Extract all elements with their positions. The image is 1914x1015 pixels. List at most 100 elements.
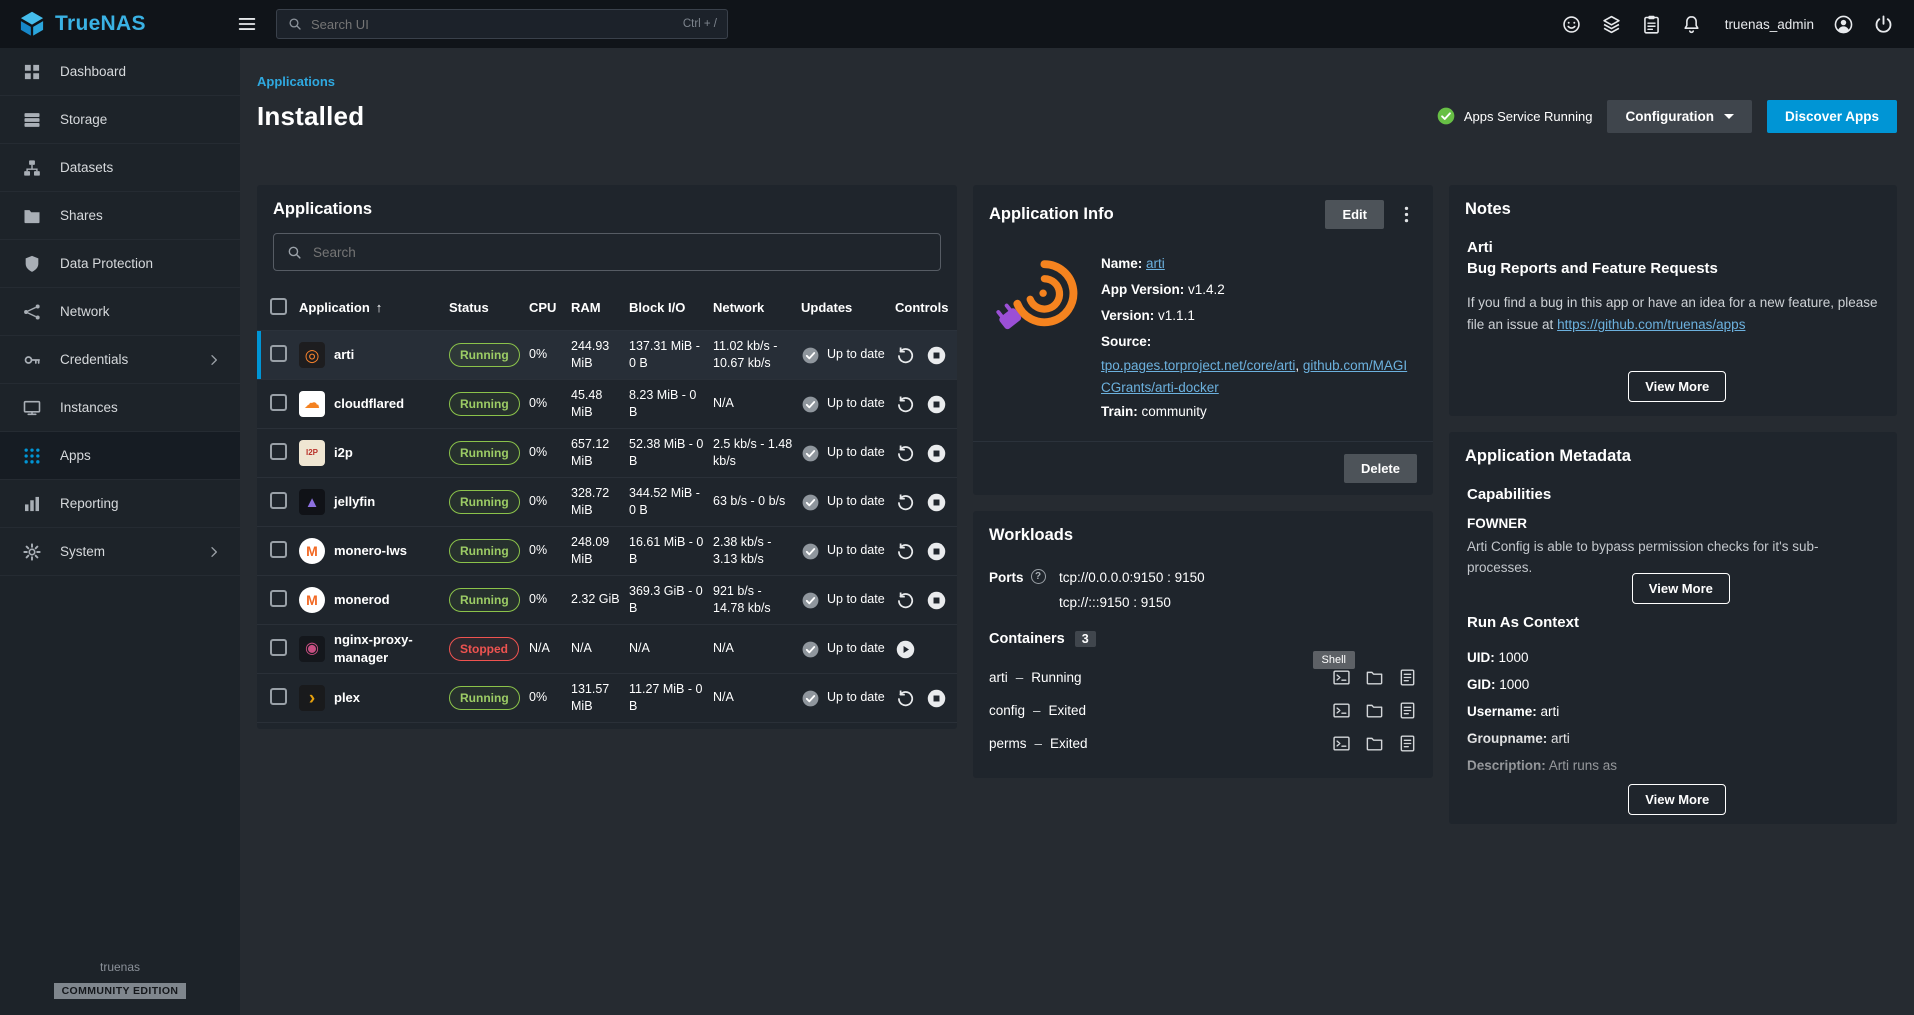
restart-button[interactable]: [895, 394, 916, 415]
user-icon[interactable]: [1833, 14, 1854, 35]
name-label: Name:: [1101, 256, 1142, 271]
block-io-value: N/A: [629, 640, 713, 657]
column-header-ram[interactable]: RAM: [571, 299, 629, 317]
delete-button[interactable]: Delete: [1344, 454, 1417, 483]
app-name: nginx-proxy-manager: [334, 631, 441, 667]
global-search-input[interactable]: [311, 17, 675, 32]
shell-icon[interactable]: [1332, 734, 1351, 753]
help-icon[interactable]: ?: [1031, 569, 1046, 584]
restart-button[interactable]: [895, 688, 916, 709]
panel-title: Application Info: [989, 205, 1114, 224]
power-icon[interactable]: [1873, 14, 1894, 35]
issues-link[interactable]: https://github.com/truenas/apps: [1557, 317, 1745, 332]
view-more-button[interactable]: View More: [1632, 573, 1730, 604]
ram-value: 244.93 MiB: [571, 338, 629, 373]
discover-apps-button[interactable]: Discover Apps: [1767, 100, 1897, 133]
truecommand-icon[interactable]: [1601, 14, 1622, 35]
row-checkbox[interactable]: [270, 590, 287, 607]
sidebar-item[interactable]: Dashboard: [0, 48, 240, 96]
edition-badge: COMMUNITY EDITION: [54, 983, 187, 999]
row-checkbox[interactable]: [270, 443, 287, 460]
sidebar-item[interactable]: Storage: [0, 96, 240, 144]
application-row[interactable]: › plex Running 0% 131.57 MiB 11.27 MiB -…: [257, 674, 957, 723]
app-icon: ◎: [299, 342, 325, 368]
stop-button[interactable]: [926, 345, 947, 366]
application-row[interactable]: M monerod Running 0% 2.32 GiB 369.3 GiB …: [257, 576, 957, 625]
sidebar-item[interactable]: Apps: [0, 432, 240, 480]
restart-button[interactable]: [895, 345, 916, 366]
volumes-icon[interactable]: [1365, 668, 1384, 687]
column-header-cpu[interactable]: CPU: [529, 299, 571, 317]
app-name: plex: [334, 689, 360, 707]
shell-icon[interactable]: [1332, 668, 1351, 687]
sidebar-item[interactable]: Datasets: [0, 144, 240, 192]
application-row[interactable]: I2P i2p Running 0% 657.12 MiB 52.38 MiB …: [257, 429, 957, 478]
jobs-icon[interactable]: [1641, 14, 1662, 35]
row-checkbox[interactable]: [270, 541, 287, 558]
application-row[interactable]: ◎ arti Running 0% 244.93 MiB 137.31 MiB …: [257, 331, 957, 380]
restart-button[interactable]: [895, 590, 916, 611]
view-more-button[interactable]: View More: [1628, 784, 1726, 815]
stop-button[interactable]: [926, 590, 947, 611]
sidebar-item[interactable]: Network: [0, 288, 240, 336]
restart-button[interactable]: [895, 492, 916, 513]
sidebar-item[interactable]: Instances: [0, 384, 240, 432]
column-header-status[interactable]: Status: [449, 299, 529, 317]
row-checkbox[interactable]: [270, 345, 287, 362]
stop-button[interactable]: [926, 443, 947, 464]
stop-button[interactable]: [926, 394, 947, 415]
metadata-field: Description: Arti runs as: [1467, 752, 1879, 779]
truenas-logo[interactable]: TrueNAS: [0, 10, 226, 38]
apps-search-input[interactable]: [313, 245, 928, 260]
column-header-network[interactable]: Network: [713, 299, 801, 317]
volumes-icon[interactable]: [1365, 701, 1384, 720]
shell-icon[interactable]: [1332, 701, 1351, 720]
source-link[interactable]: tpo.pages.torproject.net/core/arti: [1101, 358, 1295, 373]
select-all-checkbox[interactable]: [270, 298, 287, 315]
sidebar-item[interactable]: Reporting: [0, 480, 240, 528]
status-badge: Running: [449, 392, 520, 417]
check-circle-icon: [801, 591, 820, 610]
restart-button[interactable]: [895, 541, 916, 562]
row-checkbox[interactable]: [270, 492, 287, 509]
configuration-button[interactable]: Configuration: [1607, 100, 1751, 133]
application-row[interactable]: ◉ nginx-proxy-manager Stopped N/A N/A N/…: [257, 625, 957, 674]
stop-button[interactable]: [926, 492, 947, 513]
feedback-icon[interactable]: [1561, 14, 1582, 35]
edit-button[interactable]: Edit: [1325, 200, 1384, 229]
volumes-icon[interactable]: [1365, 734, 1384, 753]
global-search[interactable]: Ctrl + /: [276, 9, 728, 39]
stop-button[interactable]: [926, 541, 947, 562]
alerts-icon[interactable]: [1681, 14, 1702, 35]
row-checkbox[interactable]: [270, 394, 287, 411]
row-checkbox[interactable]: [270, 688, 287, 705]
sidebar-nav: Dashboard Storage Datasets Shares: [0, 48, 240, 576]
application-row[interactable]: M monero-lws Running 0% 248.09 MiB 16.61…: [257, 527, 957, 576]
caret-down-icon: [1724, 114, 1734, 119]
restart-button[interactable]: [895, 443, 916, 464]
cpu-value: 0%: [529, 444, 571, 461]
sidebar-item[interactable]: Shares: [0, 192, 240, 240]
logs-icon[interactable]: [1398, 701, 1417, 720]
application-row[interactable]: ▲ jellyfin Running 0% 328.72 MiB 344.52 …: [257, 478, 957, 527]
apps-search[interactable]: [273, 233, 941, 271]
stop-button[interactable]: [926, 688, 947, 709]
breadcrumb[interactable]: Applications: [257, 74, 1897, 89]
sidebar-item[interactable]: System: [0, 528, 240, 576]
sidebar-item[interactable]: Data Protection: [0, 240, 240, 288]
view-more-button[interactable]: View More: [1628, 371, 1726, 402]
more-options-icon[interactable]: [1396, 204, 1417, 225]
logs-icon[interactable]: [1398, 734, 1417, 753]
sidebar-item[interactable]: Credentials: [0, 336, 240, 384]
column-header-updates[interactable]: Updates: [801, 299, 895, 317]
start-button[interactable]: [895, 639, 916, 660]
row-checkbox[interactable]: [270, 639, 287, 656]
column-header-application[interactable]: Application↑: [299, 299, 449, 317]
logs-icon[interactable]: [1398, 668, 1417, 687]
containers-label: Containers: [989, 631, 1065, 647]
sidebar: Dashboard Storage Datasets Shares: [0, 48, 240, 1015]
application-row[interactable]: ☁ cloudflared Running 0% 45.48 MiB 8.23 …: [257, 380, 957, 429]
column-header-block-io[interactable]: Block I/O: [629, 299, 713, 317]
app-name-link[interactable]: arti: [1146, 256, 1165, 271]
menu-button[interactable]: [236, 13, 258, 35]
